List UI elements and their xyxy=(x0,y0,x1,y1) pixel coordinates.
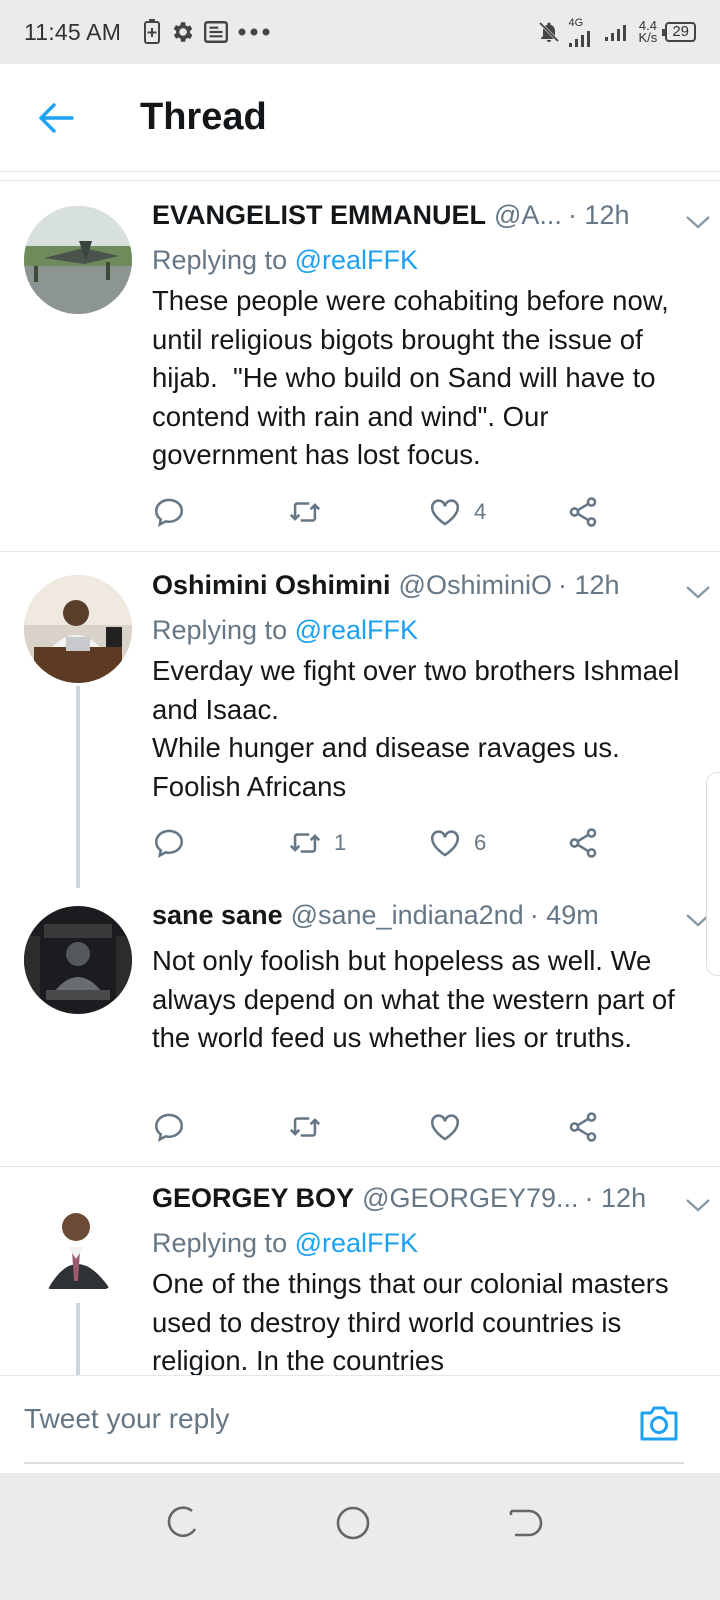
retweet-icon xyxy=(289,833,321,853)
replying-prefix: Replying to xyxy=(152,1228,295,1258)
retweet-button[interactable]: 1 xyxy=(288,826,346,860)
author-handle[interactable]: @sane_indiana2nd xyxy=(291,900,524,931)
author-handle[interactable]: @OshiminiO xyxy=(399,570,552,601)
author-handle[interactable]: @A... xyxy=(494,200,562,231)
like-count: 6 xyxy=(474,830,487,855)
tweet-actions: 4 xyxy=(152,492,622,532)
tweet-text: Everday we fight over two brothers Ishma… xyxy=(152,655,680,802)
mention-link[interactable]: @realFFK xyxy=(295,615,418,645)
author-name[interactable]: GEORGEY BOY xyxy=(152,1183,354,1214)
tweet-time: · 49m xyxy=(529,900,599,930)
reply-button[interactable] xyxy=(152,495,186,529)
tweet-text: One of the things that our colonial mast… xyxy=(152,1268,677,1375)
tweet-actions xyxy=(152,1107,622,1147)
tweet-time: · 12h xyxy=(557,570,620,600)
share-icon xyxy=(569,1112,597,1142)
avatar[interactable] xyxy=(24,906,132,1014)
author-handle[interactable]: @GEORGEY79... xyxy=(362,1183,578,1214)
mention-link[interactable]: @realFFK xyxy=(295,245,418,275)
tweet-header: EVANGELIST EMMANUEL @A... · 12h xyxy=(152,200,700,240)
reply-icon xyxy=(154,829,184,858)
tweet-header: sane sane @sane_indiana2nd · 49m xyxy=(152,900,700,940)
like-button[interactable]: 4 xyxy=(428,495,486,529)
replying-prefix: Replying to xyxy=(152,245,295,275)
avatar[interactable] xyxy=(24,575,132,683)
like-count: 4 xyxy=(474,499,487,524)
retweet-count: 1 xyxy=(334,830,347,855)
reply-button[interactable] xyxy=(152,826,186,860)
heart-icon xyxy=(430,1114,460,1141)
retweet-button[interactable] xyxy=(288,1110,334,1144)
chevron-down-icon[interactable] xyxy=(684,1195,712,1215)
share-button[interactable] xyxy=(566,826,600,860)
reply-input[interactable] xyxy=(24,1376,684,1464)
replying-to: Replying to @realFFK xyxy=(152,240,700,280)
tweet[interactable]: Oshimini Oshimini @OshiminiO · 12h Reply… xyxy=(0,552,720,888)
tweet-time: · 12h xyxy=(584,1183,647,1213)
back-arrow-icon xyxy=(39,102,74,133)
home-icon[interactable] xyxy=(333,1503,373,1543)
back-nav-icon[interactable] xyxy=(505,1503,545,1543)
tweet[interactable]: GEORGEY BOY @GEORGEY79... · 12h Replying… xyxy=(0,1167,720,1375)
like-button[interactable]: 6 xyxy=(428,826,486,860)
tweet-text: Not only foolish but hopeless as well. W… xyxy=(152,945,683,1053)
avatar[interactable] xyxy=(24,1189,132,1297)
scroll-handle[interactable] xyxy=(706,772,720,976)
retweet-button[interactable] xyxy=(288,495,334,529)
replying-to: Replying to @realFFK xyxy=(152,1223,700,1263)
tweet-actions: 1 6 xyxy=(152,823,622,863)
retweet-icon xyxy=(289,1117,321,1137)
chevron-down-icon[interactable] xyxy=(684,212,712,232)
author-name[interactable]: sane sane xyxy=(152,900,283,931)
thread-feed[interactable]: EVANGELIST EMMANUEL @A... · 12h Replying… xyxy=(0,0,720,1375)
replying-prefix: Replying to xyxy=(152,615,295,645)
share-icon xyxy=(569,497,597,527)
app-header: Thread xyxy=(0,64,720,172)
system-nav-bar xyxy=(0,1473,720,1600)
mention-link[interactable]: @realFFK xyxy=(295,1228,418,1258)
tweet-header: GEORGEY BOY @GEORGEY79... · 12h xyxy=(152,1183,700,1223)
thread-connector xyxy=(76,1303,80,1375)
tweet-time: · 12h xyxy=(567,200,630,230)
back-button[interactable] xyxy=(16,78,96,158)
recent-apps-icon[interactable] xyxy=(162,1503,202,1543)
camera-icon[interactable] xyxy=(638,1404,680,1442)
reply-icon xyxy=(154,1113,184,1142)
reply-icon xyxy=(154,498,184,527)
tweet[interactable]: EVANGELIST EMMANUEL @A... · 12h Replying… xyxy=(0,182,720,551)
thread-connector xyxy=(76,686,80,888)
reply-button[interactable] xyxy=(152,1110,186,1144)
retweet-icon xyxy=(289,502,321,522)
share-button[interactable] xyxy=(566,495,600,529)
share-icon xyxy=(569,828,597,858)
heart-icon xyxy=(430,830,460,857)
tweet[interactable]: sane sane @sane_indiana2nd · 49m Not onl… xyxy=(0,888,720,1166)
author-name[interactable]: EVANGELIST EMMANUEL xyxy=(152,200,486,231)
heart-icon xyxy=(430,499,460,526)
replying-to: Replying to @realFFK xyxy=(152,610,700,650)
page-title: Thread xyxy=(140,96,267,138)
tweet-text: These people were cohabiting before now,… xyxy=(152,285,677,470)
header-divider xyxy=(0,180,720,181)
tweet-header: Oshimini Oshimini @OshiminiO · 12h xyxy=(152,570,700,610)
share-button[interactable] xyxy=(566,1110,600,1144)
reply-bar xyxy=(0,1375,720,1473)
author-name[interactable]: Oshimini Oshimini xyxy=(152,570,391,601)
avatar[interactable] xyxy=(24,206,132,314)
chevron-down-icon[interactable] xyxy=(684,582,712,602)
like-button[interactable] xyxy=(428,1110,474,1144)
